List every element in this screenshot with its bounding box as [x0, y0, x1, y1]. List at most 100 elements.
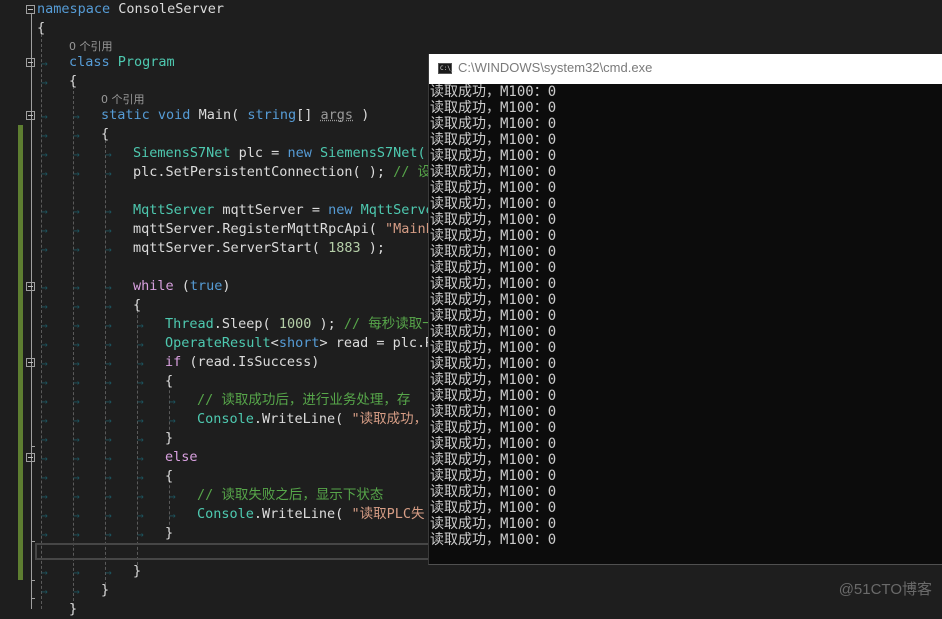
cmd-output-line: 读取成功，M100：0	[430, 404, 557, 420]
watermark: @51CTO博客	[838, 581, 932, 598]
code-line: }	[69, 600, 942, 619]
keyword: true	[189, 278, 223, 294]
cmd-output-line: 读取成功，M100：0	[430, 468, 557, 484]
keyword: string	[247, 107, 297, 123]
tab-marker-icon: →	[41, 319, 48, 332]
tab-marker-icon: →	[169, 395, 176, 408]
tab-marker-icon: →	[41, 224, 48, 237]
method-name: Main(	[198, 107, 240, 123]
cmd-output-line: 读取成功，M100：0	[430, 292, 557, 308]
keyword: short	[278, 335, 320, 351]
cmd-output-line: 读取成功，M100：0	[430, 308, 557, 324]
keyword: else	[165, 449, 198, 465]
tab-marker-icon: →	[73, 566, 80, 579]
code-text: );	[311, 316, 344, 332]
tab-marker-icon: →	[73, 167, 80, 180]
code-text: mqttServer.RegisterMqttRpcApi(	[133, 221, 385, 237]
collapse-namespace-icon[interactable]	[26, 5, 35, 14]
tab-marker-icon: →	[73, 452, 80, 465]
tab-marker-icon: →	[137, 319, 144, 332]
tab-marker-icon: →	[73, 414, 80, 427]
collapse-class-icon[interactable]	[26, 58, 35, 67]
tab-marker-icon: →	[41, 243, 48, 256]
cmd-output-line: 读取成功，M100：0	[430, 100, 557, 116]
type-name: Console	[197, 506, 254, 522]
cmd-title-bar[interactable]: C:\_ C:\WINDOWS\system32\cmd.exe	[429, 54, 942, 84]
code-line: namespace ConsoleServer	[37, 0, 942, 19]
outline-tick	[31, 541, 35, 542]
tab-marker-icon: →	[73, 319, 80, 332]
collapse-else-icon[interactable]	[26, 453, 35, 462]
tab-marker-icon: →	[73, 585, 80, 598]
tab-marker-icon: →	[105, 319, 112, 332]
cmd-output-line: 读取成功，M100：0	[430, 148, 557, 164]
cmd-window[interactable]: C:\_ C:\WINDOWS\system32\cmd.exe 读取成功，M1…	[428, 54, 942, 565]
cmd-output-line: 读取成功，M100：0	[430, 116, 557, 132]
tab-marker-icon: →	[105, 167, 112, 180]
tab-marker-icon: →	[73, 528, 80, 541]
cmd-output-line: 读取成功，M100：0	[430, 84, 557, 100]
tab-marker-icon: →	[41, 585, 48, 598]
brace: {	[165, 373, 174, 389]
code-text: <	[270, 335, 279, 351]
string-literal: "读取PLC失	[351, 506, 425, 522]
code-text: )	[222, 278, 231, 294]
brace: }	[165, 430, 174, 446]
code-text: (	[173, 278, 190, 294]
tab-marker-icon: →	[41, 205, 48, 218]
string-literal: "MainP	[384, 221, 434, 237]
code-text: plc =	[230, 145, 288, 161]
paren: )	[361, 107, 370, 123]
tab-marker-icon: →	[41, 357, 48, 370]
tab-marker-icon: →	[73, 148, 80, 161]
tab-marker-icon: →	[105, 357, 112, 370]
tab-marker-icon: →	[73, 243, 80, 256]
tab-marker-icon: →	[41, 528, 48, 541]
tab-marker-icon: →	[137, 433, 144, 446]
keyword: if	[165, 354, 182, 370]
tab-marker-icon: →	[73, 129, 80, 142]
tab-marker-icon: →	[169, 490, 176, 503]
tab-marker-icon: →	[105, 300, 112, 313]
tab-marker-icon: →	[137, 338, 144, 351]
tab-marker-icon: →	[105, 452, 112, 465]
tab-marker-icon: →	[41, 433, 48, 446]
collapse-while-icon[interactable]	[26, 282, 35, 291]
comment: // 读取成功后，进行业务处理，存	[197, 392, 411, 408]
collapse-if-icon[interactable]	[26, 358, 35, 367]
cmd-output-line: 读取成功，M100：0	[430, 244, 557, 260]
code-line: {	[37, 19, 942, 38]
tab-marker-icon: →	[73, 110, 80, 123]
tab-marker-icon: →	[105, 471, 112, 484]
tab-marker-icon: →	[41, 471, 48, 484]
cmd-output-line: 读取成功，M100：0	[430, 356, 557, 372]
indent-guide	[169, 480, 170, 530]
cmd-output-line: 读取成功，M100：0	[430, 180, 557, 196]
keyword: new	[328, 202, 353, 218]
cmd-output-line: 读取成功，M100：0	[430, 500, 557, 516]
cmd-output-line: 读取成功，M100：0	[430, 324, 557, 340]
tab-marker-icon: →	[41, 129, 48, 142]
collapse-main-icon[interactable]	[26, 111, 35, 120]
tab-marker-icon: →	[105, 414, 112, 427]
outline-tick	[31, 598, 35, 599]
tab-marker-icon: →	[105, 281, 112, 294]
tab-marker-icon: →	[41, 452, 48, 465]
cmd-output-line: 读取成功，M100：0	[430, 436, 557, 452]
brace: }	[133, 563, 142, 579]
cmd-output-line: 读取成功，M100：0	[430, 388, 557, 404]
tab-marker-icon: →	[105, 224, 112, 237]
cmd-output-line: 读取成功，M100：0	[430, 340, 557, 356]
tab-marker-icon: →	[137, 452, 144, 465]
tab-marker-icon: →	[105, 566, 112, 579]
tab-marker-icon: →	[41, 300, 48, 313]
tab-marker-icon: →	[73, 490, 80, 503]
brace: {	[37, 20, 46, 36]
brace: }	[69, 601, 78, 617]
tab-marker-icon: →	[41, 76, 48, 89]
change-indicator	[18, 125, 23, 580]
code-text: mqttServer.ServerStart(	[133, 240, 329, 256]
tab-marker-icon: →	[73, 509, 80, 522]
type-name: Thread	[165, 316, 214, 332]
tab-marker-icon: →	[73, 357, 80, 370]
